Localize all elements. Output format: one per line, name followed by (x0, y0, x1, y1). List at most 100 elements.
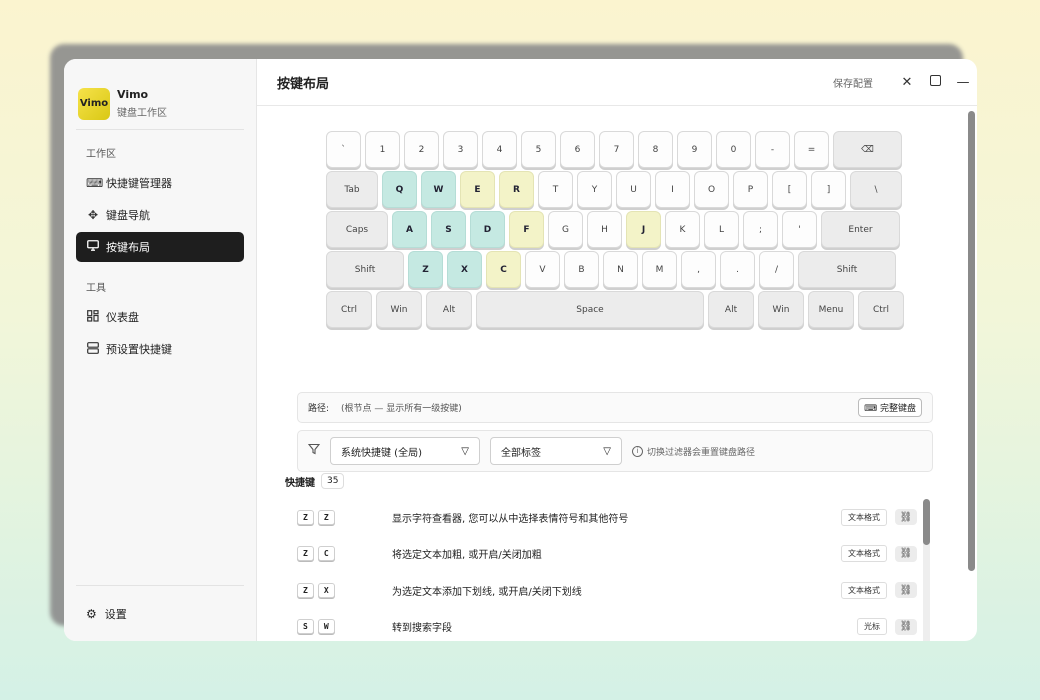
key-q[interactable]: Q (382, 171, 417, 208)
keycap: Z (297, 509, 314, 525)
key-5[interactable]: 5 (521, 131, 556, 168)
key-symbol[interactable]: [ (772, 171, 807, 208)
list-item[interactable]: Z X 为选定文本添加下划线, 或开启/关闭下划线 文本格式 ⛓ (297, 572, 917, 609)
key-symbol[interactable]: . (720, 251, 755, 288)
key-alt[interactable]: Alt (708, 291, 754, 328)
key-e[interactable]: E (460, 171, 495, 208)
key-w[interactable]: W (421, 171, 456, 208)
key-i[interactable]: I (655, 171, 690, 208)
sidebar-item-dashboard[interactable]: 仪表盘 (76, 302, 244, 332)
key-z[interactable]: Z (408, 251, 443, 288)
key-win[interactable]: Win (376, 291, 422, 328)
link-icon[interactable]: ⛓ (895, 582, 917, 599)
key-shift[interactable]: Shift (798, 251, 896, 288)
keyboard-row: ` 1 2 3 4 5 6 7 8 9 0- = ⌫ (326, 131, 909, 168)
maximize-button[interactable] (921, 74, 949, 90)
key-win[interactable]: Win (758, 291, 804, 328)
key-a[interactable]: A (392, 211, 427, 248)
sidebar-item-shortcut-manager[interactable]: ⌨ 快捷键管理器 (76, 168, 244, 198)
maximize-icon (929, 74, 941, 86)
key-t[interactable]: T (538, 171, 573, 208)
key-alt[interactable]: Alt (426, 291, 472, 328)
key-symbol[interactable]: ` (326, 131, 361, 168)
key-symbol[interactable]: ⌫ (833, 131, 902, 168)
sidebar-item-keyboard-nav[interactable]: ✥ 键盘导航 (76, 200, 244, 230)
key-y[interactable]: Y (577, 171, 612, 208)
key-caps[interactable]: Caps (326, 211, 388, 248)
main-scrollbar-thumb[interactable] (968, 111, 975, 571)
key-symbol[interactable]: ] (811, 171, 846, 208)
filter-bar: 系统快捷键 (全局) ▽ 全部标签 ▽ i 切换过滤器会重置键盘路径 (297, 430, 933, 472)
shortcut-keys: ZZ (297, 509, 392, 525)
key-v[interactable]: V (525, 251, 560, 288)
key-n[interactable]: N (603, 251, 638, 288)
key-symbol[interactable]: ; (743, 211, 778, 248)
key-symbol[interactable]: \ (850, 171, 902, 208)
tag-select[interactable]: 全部标签 ▽ (490, 437, 622, 465)
key-9[interactable]: 9 (677, 131, 712, 168)
link-icon[interactable]: ⛓ (895, 545, 917, 562)
minimize-button[interactable]: — (949, 75, 977, 90)
key-r[interactable]: R (499, 171, 534, 208)
content-area: ` 1 2 3 4 5 6 7 8 9 0- = ⌫ Tab Q W E R T Y U I O P[] \ Caps A S D F G H… (257, 107, 965, 641)
list-item[interactable]: Z C 将选定文本加粗, 或开启/关闭加粗 文本格式 ⛓ (297, 536, 917, 573)
key-symbol[interactable]: , (681, 251, 716, 288)
key-enter[interactable]: Enter (821, 211, 900, 248)
sidebar-item-preset-shortcuts[interactable]: 预设置快捷键 (76, 334, 244, 364)
list-scrollbar-track[interactable] (923, 499, 930, 641)
sidebar-item-key-layout[interactable]: 按键布局 (76, 232, 244, 262)
list-item[interactable]: Z Z 显示字符查看器, 您可以从中选择表情符号和其他符号 文本格式 ⛓ (297, 499, 917, 536)
full-keyboard-button[interactable]: ⌨ 完整键盘 (858, 398, 922, 417)
key-shift[interactable]: Shift (326, 251, 404, 288)
key-2[interactable]: 2 (404, 131, 439, 168)
key-l[interactable]: L (704, 211, 739, 248)
keycap: X (317, 582, 335, 598)
key-s[interactable]: S (431, 211, 466, 248)
link-icon[interactable]: ⛓ (895, 509, 917, 526)
key-h[interactable]: H (587, 211, 622, 248)
key-4[interactable]: 4 (482, 131, 517, 168)
key-c[interactable]: C (486, 251, 521, 288)
key-symbol[interactable]: ' (782, 211, 817, 248)
shortcut-tag: 光标 (857, 618, 887, 636)
link-icon[interactable]: ⛓ (895, 618, 917, 635)
key-menu[interactable]: Menu (808, 291, 854, 328)
key-d[interactable]: D (470, 211, 505, 248)
key-6[interactable]: 6 (560, 131, 595, 168)
key-k[interactable]: K (665, 211, 700, 248)
key-3[interactable]: 3 (443, 131, 478, 168)
key-symbol[interactable]: - (755, 131, 790, 168)
list-item[interactable]: S W 转到搜索字段 光标 ⛓ (297, 609, 917, 642)
key-8[interactable]: 8 (638, 131, 673, 168)
key-1[interactable]: 1 (365, 131, 400, 168)
key-p[interactable]: P (733, 171, 768, 208)
key-ctrl[interactable]: Ctrl (326, 291, 372, 328)
keyboard-icon: ⌨ (86, 176, 104, 190)
keyboard-row: Caps A S D F G H J K L; ' Enter (326, 211, 909, 248)
shortcut-description: 转到搜索字段 (392, 623, 452, 635)
save-config-button[interactable]: 保存配置 (833, 75, 873, 90)
topbar: 按键布局 保存配置 ✕ — (257, 59, 977, 106)
close-button[interactable]: ✕ (893, 75, 921, 90)
key-u[interactable]: U (616, 171, 651, 208)
key-0[interactable]: 0 (716, 131, 751, 168)
settings-button[interactable]: ⚙ 设置 (64, 586, 256, 641)
scope-select[interactable]: 系统快捷键 (全局) ▽ (330, 437, 480, 465)
list-scrollbar-thumb[interactable] (923, 499, 930, 545)
key-space[interactable]: Space (476, 291, 704, 328)
key-7[interactable]: 7 (599, 131, 634, 168)
key-tab[interactable]: Tab (326, 171, 378, 208)
key-ctrl[interactable]: Ctrl (858, 291, 904, 328)
sidebar-item-label: 按键布局 (106, 241, 150, 254)
key-symbol[interactable]: = (794, 131, 829, 168)
key-x[interactable]: X (447, 251, 482, 288)
key-m[interactable]: M (642, 251, 677, 288)
key-j[interactable]: J (626, 211, 661, 248)
close-icon: ✕ (901, 74, 913, 90)
key-b[interactable]: B (564, 251, 599, 288)
key-o[interactable]: O (694, 171, 729, 208)
shortcut-tag: 文本格式 (841, 545, 887, 563)
key-symbol[interactable]: / (759, 251, 794, 288)
key-g[interactable]: G (548, 211, 583, 248)
key-f[interactable]: F (509, 211, 544, 248)
